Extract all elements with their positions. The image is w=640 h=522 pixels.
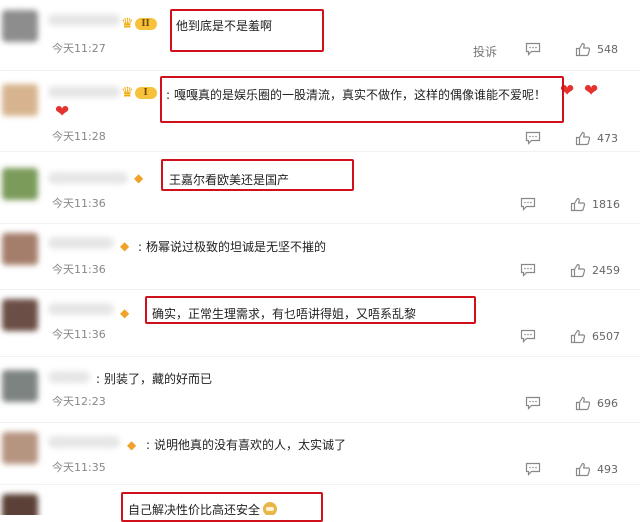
comment-icon bbox=[520, 263, 536, 277]
avatar[interactable] bbox=[2, 299, 38, 331]
vip-badge: ♛ I bbox=[121, 85, 157, 101]
username-blurred[interactable] bbox=[48, 371, 90, 383]
highlight-box bbox=[145, 296, 476, 324]
avatar[interactable] bbox=[2, 168, 38, 200]
comment-time: 今天11:36 bbox=[52, 263, 106, 276]
thumbs-up-icon bbox=[575, 42, 591, 57]
comment-text: : 杨幂说过极致的坦诚是无坚不摧的 bbox=[138, 240, 327, 254]
avatar[interactable] bbox=[2, 432, 38, 464]
avatar[interactable] bbox=[2, 10, 38, 42]
thumbs-up-icon bbox=[570, 329, 586, 344]
medal-icon: ◆ bbox=[134, 171, 144, 185]
like-count: 2459 bbox=[592, 264, 620, 277]
comment-time: 今天11:35 bbox=[52, 461, 106, 474]
reply-button[interactable] bbox=[520, 263, 536, 277]
comment-icon bbox=[525, 131, 541, 145]
comment-item: ◆ : 说明他真的没有喜欢的人，太实诚了 今天11:35 493 bbox=[0, 424, 640, 490]
reply-button[interactable] bbox=[525, 42, 541, 56]
like-button[interactable]: 696 bbox=[575, 396, 618, 411]
thumbs-up-icon bbox=[570, 197, 586, 212]
like-button[interactable]: 548 bbox=[575, 42, 618, 57]
medal-icon: ◆ bbox=[127, 438, 137, 452]
thumbs-up-icon bbox=[575, 131, 591, 146]
like-button[interactable]: 473 bbox=[575, 131, 618, 146]
username-blurred[interactable] bbox=[48, 86, 120, 98]
like-button[interactable]: 493 bbox=[575, 462, 618, 477]
comment-icon bbox=[525, 462, 541, 476]
report-button[interactable]: 投诉 bbox=[473, 43, 497, 60]
comment-icon bbox=[525, 42, 541, 56]
vip-badge: ♛ II bbox=[121, 16, 157, 32]
divider bbox=[0, 356, 640, 357]
reply-button[interactable] bbox=[525, 396, 541, 410]
reply-button[interactable] bbox=[525, 462, 541, 476]
heart-emoji-icon: ❤ bbox=[55, 102, 70, 122]
comment-time: 今天11:36 bbox=[52, 197, 106, 210]
like-button[interactable]: 2459 bbox=[570, 263, 620, 278]
thumbs-up-icon bbox=[575, 396, 591, 411]
username-blurred[interactable] bbox=[48, 303, 114, 315]
username-blurred[interactable] bbox=[48, 436, 120, 448]
comment-time: 今天11:28 bbox=[52, 130, 106, 143]
comment-icon bbox=[525, 396, 541, 410]
crown-icon: ♛ bbox=[121, 85, 134, 101]
avatar[interactable] bbox=[2, 233, 38, 265]
reply-button[interactable] bbox=[525, 131, 541, 145]
medal-icon: ◆ bbox=[120, 239, 130, 253]
reply-button[interactable] bbox=[520, 329, 536, 343]
divider bbox=[0, 70, 640, 71]
highlight-box bbox=[161, 159, 354, 191]
avatar[interactable] bbox=[2, 84, 38, 116]
avatar[interactable] bbox=[2, 494, 38, 515]
divider bbox=[0, 484, 640, 485]
comment-icon bbox=[520, 329, 536, 343]
crown-icon: ♛ bbox=[121, 16, 134, 32]
divider bbox=[0, 422, 640, 423]
like-count: 696 bbox=[597, 397, 618, 410]
thumbs-up-icon bbox=[575, 462, 591, 477]
like-button[interactable]: 1816 bbox=[570, 197, 620, 212]
comment-item: : 别装了，藏的好而已 今天12:23 696 bbox=[0, 358, 640, 424]
highlight-box bbox=[160, 76, 564, 123]
comment-time: 今天11:27 bbox=[52, 42, 106, 55]
thumbs-up-icon bbox=[570, 263, 586, 278]
highlight-box bbox=[121, 492, 323, 522]
comment-text: : 说明他真的没有喜欢的人，太实诚了 bbox=[146, 438, 347, 452]
heart-emoji-icon: ❤ bbox=[584, 81, 599, 101]
like-count: 548 bbox=[597, 43, 618, 56]
divider bbox=[0, 289, 640, 290]
comment-icon bbox=[520, 197, 536, 211]
username-blurred[interactable] bbox=[48, 14, 120, 26]
username-blurred[interactable] bbox=[48, 237, 114, 249]
comment-time: 今天12:23 bbox=[52, 395, 106, 408]
comment-time: 今天11:36 bbox=[52, 328, 106, 341]
like-count: 6507 bbox=[592, 330, 620, 343]
comment-text: : 别装了，藏的好而已 bbox=[96, 372, 213, 386]
like-count: 473 bbox=[597, 132, 618, 145]
highlight-box bbox=[170, 9, 324, 52]
like-count: 1816 bbox=[592, 198, 620, 211]
level-badge: II bbox=[134, 18, 157, 30]
reply-button[interactable] bbox=[520, 197, 536, 211]
like-count: 493 bbox=[597, 463, 618, 476]
like-button[interactable]: 6507 bbox=[570, 329, 620, 344]
username-blurred[interactable] bbox=[48, 172, 128, 184]
level-badge: I bbox=[134, 87, 157, 99]
comment-item: ◆ : 杨幂说过极致的坦诚是无坚不摧的 今天11:36 2459 bbox=[0, 225, 640, 291]
divider bbox=[0, 223, 640, 224]
medal-icon: ◆ bbox=[120, 306, 130, 320]
avatar[interactable] bbox=[2, 370, 38, 402]
divider bbox=[0, 151, 640, 152]
